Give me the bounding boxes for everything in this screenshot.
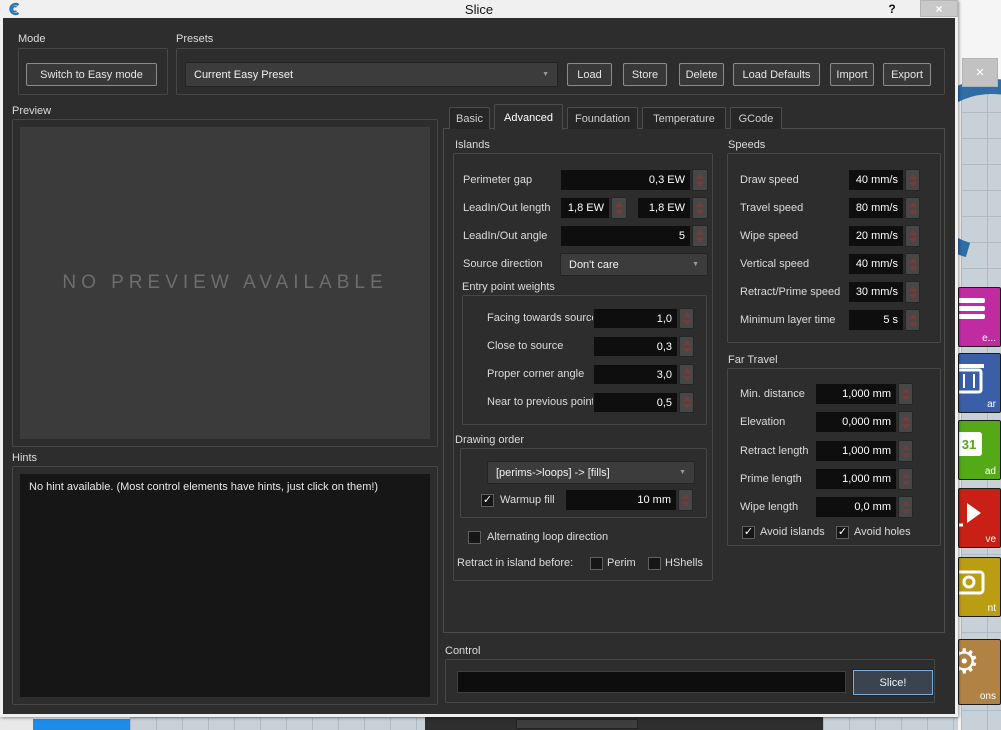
tab-panel xyxy=(443,128,945,633)
toolbar-options-button[interactable]: ⚙ ons xyxy=(958,639,1001,705)
app-logo-icon xyxy=(7,2,21,16)
export-button[interactable]: Export xyxy=(883,63,931,86)
craftware-logo-watermark xyxy=(956,75,1001,265)
dialog-close-button[interactable]: × xyxy=(920,0,958,17)
mode-group-title: Mode xyxy=(18,33,46,45)
load-icon: 31 xyxy=(958,429,985,459)
switch-easy-mode-button[interactable]: Switch to Easy mode xyxy=(26,63,157,86)
gear-icon: ⚙ xyxy=(958,642,979,682)
toolbar-clear-button[interactable]: ar xyxy=(958,353,1001,413)
toolbar-print-button[interactable]: nt xyxy=(958,557,1001,617)
hints-group-title: Hints xyxy=(12,452,37,464)
tab-advanced[interactable]: Advanced xyxy=(494,104,563,130)
dialog-help-button[interactable]: ? xyxy=(884,2,900,16)
slice-button[interactable]: Slice! xyxy=(853,670,933,695)
preview-group-title: Preview xyxy=(12,105,51,117)
slice-progress-bar xyxy=(457,671,846,693)
svg-text:31: 31 xyxy=(962,437,976,452)
delete-button[interactable]: Delete xyxy=(679,63,724,86)
background-bottom-accent xyxy=(33,719,130,730)
import-button[interactable]: Import xyxy=(830,63,874,86)
tab-gcode[interactable]: GCode xyxy=(730,107,782,129)
screen: × e... ar 31 ad ve xyxy=(0,0,1001,730)
load-button[interactable]: Load xyxy=(567,63,612,86)
store-button[interactable]: Store xyxy=(623,63,667,86)
load-defaults-button[interactable]: Load Defaults xyxy=(733,63,820,86)
preset-select[interactable]: Current Easy Preset xyxy=(185,62,558,87)
tab-foundation[interactable]: Foundation xyxy=(567,107,638,129)
background-panel-close-button[interactable]: × xyxy=(962,58,998,87)
preview-panel: NO PREVIEW AVAILABLE xyxy=(20,127,430,439)
toolbar-load-button[interactable]: 31 ad xyxy=(958,420,1001,480)
toolbar-save-button[interactable]: ve xyxy=(958,488,1001,548)
control-group-title: Control xyxy=(445,645,480,657)
hints-panel: No hint available. (Most control element… xyxy=(20,474,430,697)
dialog-titlebar[interactable]: Slice xyxy=(0,0,958,18)
camera-icon xyxy=(958,566,985,596)
background-bottom-bed-left xyxy=(130,717,425,730)
trash-icon xyxy=(958,362,985,394)
play-icon xyxy=(958,497,985,529)
tab-basic[interactable]: Basic xyxy=(449,107,490,129)
toolbar-slice-button[interactable]: e... xyxy=(958,287,1001,347)
dialog-title: Slice xyxy=(0,2,958,17)
tab-temperature[interactable]: Temperature xyxy=(642,107,726,129)
background-bottom-widget xyxy=(516,719,638,729)
slice-icon xyxy=(958,296,987,326)
presets-group-title: Presets xyxy=(176,33,213,45)
no-preview-text: NO PREVIEW AVAILABLE xyxy=(62,272,387,294)
background-bottom-bed-right xyxy=(823,717,958,730)
hint-text: No hint available. (Most control element… xyxy=(29,481,378,493)
